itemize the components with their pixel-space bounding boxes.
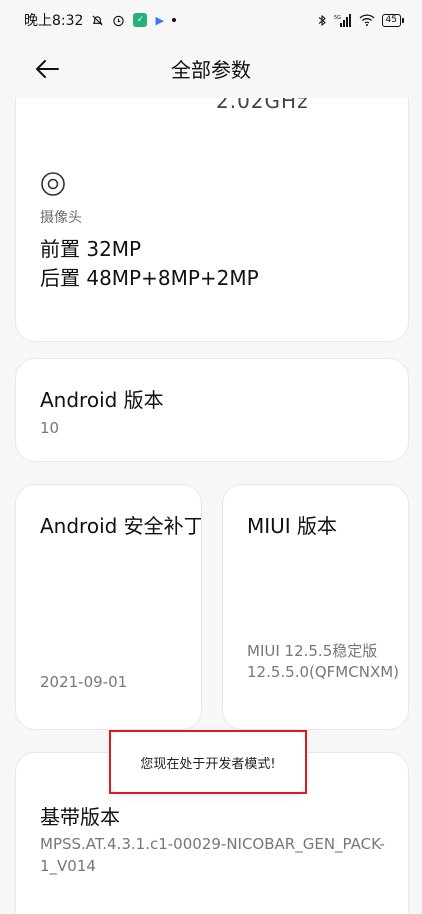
camera-icon <box>40 171 66 201</box>
android-version-value: 10 <box>40 419 60 437</box>
android-version-title: Android 版本 <box>40 388 164 412</box>
miui-version-card[interactable]: MIUI 版本 MIUI 12.5.5稳定版 12.5.5.0(QFMCNXM) <box>222 484 409 730</box>
battery-icon: 45 <box>381 13 404 27</box>
baseband-version-title: 基带版本 <box>40 805 120 829</box>
front-camera-value: 前置 32MP <box>40 237 142 261</box>
security-patch-card[interactable]: Android 安全补丁级别 2021-09-01 <box>15 484 202 730</box>
status-right: 5G 45 <box>318 13 404 27</box>
miui-version-value: MIUI 12.5.5稳定版 12.5.5.0(QFMCNXM) <box>247 642 400 681</box>
bell-muted-icon <box>91 14 104 27</box>
cpu-frequency-value: 2.02GHz <box>216 98 309 113</box>
highlight-box <box>109 730 307 794</box>
play-store-icon: ▶ <box>155 13 164 27</box>
security-patch-value: 2021-09-01 <box>40 673 128 691</box>
page-title: 全部参数 <box>171 58 251 82</box>
status-left: 晚上8:32 ✓ ▶ <box>24 10 176 30</box>
bluetooth-icon <box>318 14 327 27</box>
security-patch-title: Android 安全补丁级别 <box>40 514 202 538</box>
title-bar: 全部参数 <box>0 40 422 98</box>
camera-card: 2.02GHz 摄像头 前置 32MP 后置 48MP+8MP+2MP <box>15 98 409 342</box>
more-notifications-icon <box>171 18 176 22</box>
cellular-signal-icon: 5G <box>334 13 352 27</box>
rear-camera-value: 后置 48MP+8MP+2MP <box>40 266 259 290</box>
alarm-icon <box>112 14 125 27</box>
baseband-version-value: MPSS.AT.4.3.1.c1-00029-NICOBAR_GEN_PACK-… <box>40 835 385 875</box>
network-type-label: 5G <box>334 15 341 21</box>
camera-label: 摄像头 <box>40 210 82 226</box>
miui-version-title: MIUI 版本 <box>247 514 338 538</box>
status-bar: 晚上8:32 ✓ ▶ 5G 45 <box>0 0 422 40</box>
battery-level: 45 <box>381 13 401 27</box>
android-version-card[interactable]: Android 版本 10 <box>15 358 409 462</box>
status-time: 晚上8:32 <box>24 13 84 29</box>
security-app-icon: ✓ <box>133 13 148 27</box>
wifi-icon <box>359 14 375 26</box>
